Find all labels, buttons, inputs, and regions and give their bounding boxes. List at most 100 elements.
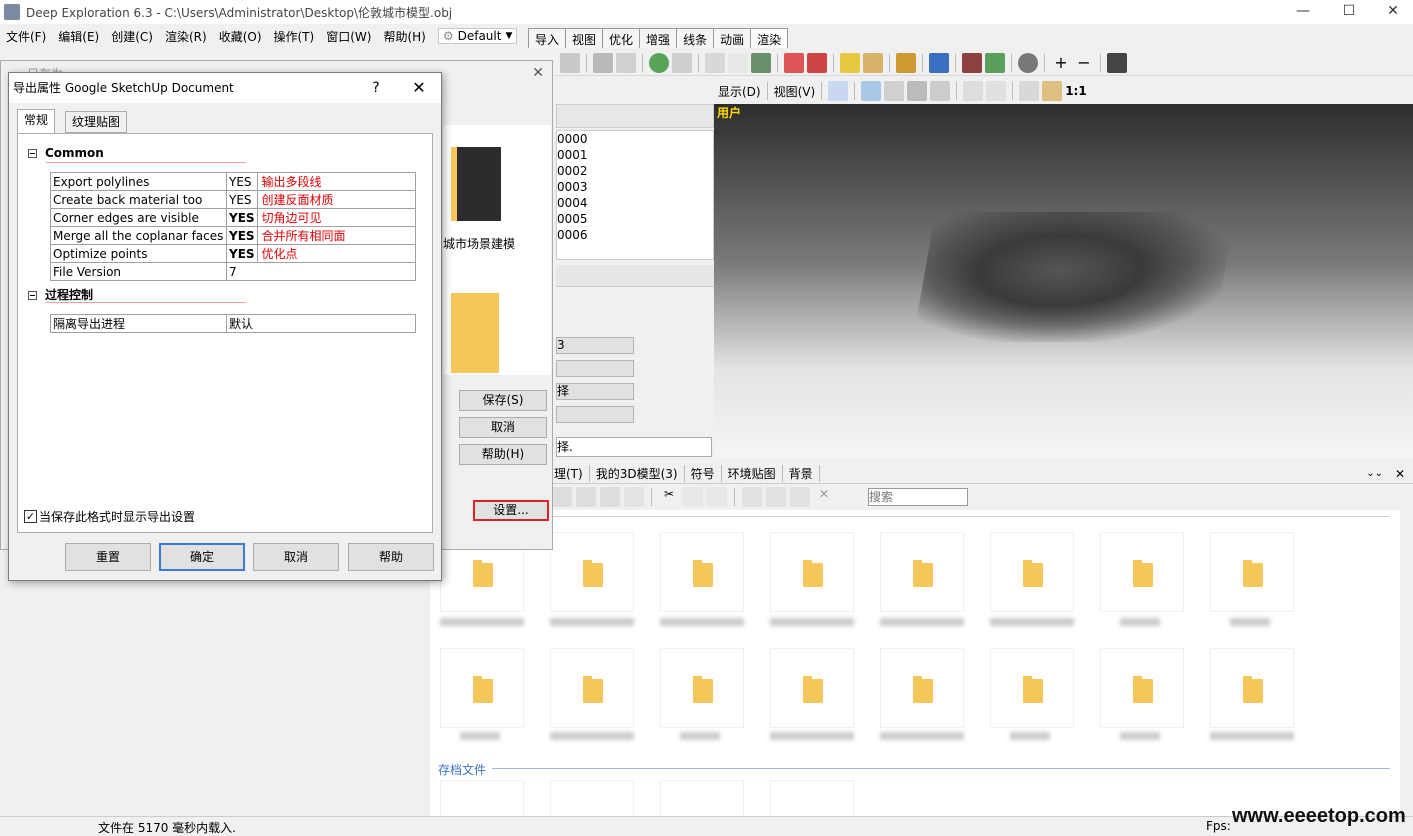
- tab-lines[interactable]: 线条: [676, 28, 715, 48]
- tab-enhance[interactable]: 增强: [639, 28, 678, 48]
- cancel-button[interactable]: 取消: [253, 543, 339, 571]
- menu-window[interactable]: 窗口(W): [320, 28, 377, 45]
- collapse-toggle-icon[interactable]: [28, 291, 37, 300]
- grid-icon[interactable]: [560, 52, 580, 73]
- details-view-icon[interactable]: [552, 487, 572, 507]
- list-item[interactable]: 0004: [557, 195, 713, 211]
- palette-icon[interactable]: [985, 52, 1005, 73]
- folder-item[interactable]: [990, 532, 1074, 612]
- zoom-icon[interactable]: [963, 81, 984, 101]
- download-icon[interactable]: [766, 487, 786, 507]
- prop-value[interactable]: 7: [226, 262, 416, 281]
- collapse-toggle-icon[interactable]: [28, 149, 37, 158]
- cube-icon[interactable]: [929, 52, 949, 73]
- prop-value[interactable]: YES: [226, 226, 258, 245]
- teapot-icon[interactable]: [1018, 52, 1038, 73]
- minus-icon[interactable]: −: [1074, 53, 1094, 73]
- tab-view[interactable]: 视图: [565, 28, 604, 48]
- panel-field[interactable]: 择: [556, 383, 634, 400]
- table-row[interactable]: Optimize points YES 优化点: [50, 244, 417, 263]
- minimize-button[interactable]: —: [1280, 0, 1326, 24]
- paste-icon[interactable]: [707, 487, 727, 507]
- cut-icon[interactable]: ✂: [659, 487, 679, 507]
- prop-value[interactable]: YES: [226, 190, 258, 209]
- table-row[interactable]: Export polylines YES 输出多段线: [50, 172, 417, 191]
- collapse-icon[interactable]: ⌄⌄: [1366, 468, 1383, 479]
- fit-icon[interactable]: [1019, 81, 1040, 101]
- menu-render[interactable]: 渲染(R): [159, 28, 213, 45]
- folder-item[interactable]: [880, 532, 964, 612]
- display-menu[interactable]: 显示(D): [718, 83, 761, 100]
- list-item[interactable]: 0002: [557, 163, 713, 179]
- upload-icon[interactable]: [742, 487, 762, 507]
- help-icon[interactable]: ?: [361, 73, 391, 103]
- folder-item[interactable]: [660, 648, 744, 728]
- list-item[interactable]: 0003: [557, 179, 713, 195]
- menu-create[interactable]: 创建(C): [105, 28, 159, 45]
- reset-button[interactable]: 重置: [65, 543, 151, 571]
- camera-icon[interactable]: [863, 52, 883, 73]
- settings-button[interactable]: 设置...: [473, 500, 549, 521]
- checkbox-checked-icon[interactable]: ✓: [24, 510, 37, 523]
- menu-favorites[interactable]: 收藏(O): [213, 28, 268, 45]
- prop-value[interactable]: 默认: [226, 314, 416, 333]
- table-row[interactable]: 隔离导出进程 默认: [50, 314, 416, 333]
- ok-button[interactable]: 确定: [159, 543, 245, 571]
- folder-item[interactable]: [1210, 532, 1294, 612]
- view-menu[interactable]: 视图(V): [774, 83, 816, 100]
- tab-import[interactable]: 导入: [528, 28, 567, 48]
- menu-operate[interactable]: 操作(T): [268, 28, 321, 45]
- menu-file[interactable]: 文件(F): [0, 28, 52, 45]
- table-row[interactable]: File Version 7: [50, 262, 416, 281]
- folder-item[interactable]: [440, 648, 524, 728]
- zoom-region-icon[interactable]: [1042, 81, 1063, 101]
- tab-texture-maps[interactable]: 纹理贴图: [65, 111, 128, 133]
- folder-item[interactable]: [660, 532, 744, 612]
- folder-item[interactable]: [550, 648, 634, 728]
- preset-dropdown[interactable]: ⚙ Default ▼: [437, 28, 518, 44]
- list-item[interactable]: 0005: [557, 211, 713, 227]
- line-icon[interactable]: [728, 52, 748, 73]
- tab-optimize[interactable]: 优化: [602, 28, 641, 48]
- archive-item[interactable]: [770, 780, 854, 818]
- tab-env-maps[interactable]: 环境贴图: [722, 465, 783, 482]
- layout-icon[interactable]: [962, 52, 982, 73]
- orbit-icon[interactable]: [861, 81, 882, 101]
- settings-red-icon[interactable]: [807, 52, 827, 73]
- pan-hand-icon[interactable]: [986, 81, 1007, 101]
- select-icon[interactable]: [672, 52, 692, 73]
- table-row[interactable]: Merge all the coplanar faces YES 合并所有相同面: [50, 226, 417, 245]
- hdr-icon[interactable]: [1107, 52, 1127, 73]
- tab-symbols[interactable]: 符号: [685, 465, 722, 482]
- document-icon[interactable]: [790, 487, 810, 507]
- viewport-3d[interactable]: 用户: [714, 104, 1413, 458]
- light-icon[interactable]: [840, 52, 860, 73]
- plus-icon[interactable]: +: [1051, 53, 1071, 73]
- sphere-icon[interactable]: [649, 52, 669, 73]
- prop-value[interactable]: YES: [226, 244, 258, 263]
- thumb-view-icon[interactable]: [624, 487, 644, 507]
- save-as-cancel-button[interactable]: 取消: [459, 417, 547, 438]
- zoom-red-icon[interactable]: [784, 52, 804, 73]
- page-icon[interactable]: [828, 81, 849, 101]
- move-icon[interactable]: [884, 81, 905, 101]
- folder-item[interactable]: [990, 648, 1074, 728]
- list-item[interactable]: 0006: [557, 227, 713, 243]
- list-icon[interactable]: [705, 52, 725, 73]
- tab-render[interactable]: 渲染: [750, 28, 789, 48]
- prop-value[interactable]: YES: [226, 208, 258, 227]
- archive-item[interactable]: [550, 780, 634, 818]
- tab-browser-0[interactable]: 理(T): [548, 465, 590, 482]
- fly-icon[interactable]: [930, 81, 951, 101]
- folder-item[interactable]: [1100, 532, 1184, 612]
- archive-item[interactable]: [660, 780, 744, 818]
- show-settings-checkbox[interactable]: ✓ 当保存此格式时显示导出设置: [24, 508, 195, 525]
- folder-item[interactable]: [1100, 648, 1184, 728]
- save-button[interactable]: 保存(S): [459, 390, 547, 411]
- prop-value[interactable]: YES: [226, 172, 258, 191]
- rotate-icon[interactable]: [593, 52, 613, 73]
- ratio-button[interactable]: 1:1: [1065, 84, 1087, 98]
- close-button[interactable]: ✕: [1370, 0, 1413, 24]
- tab-animation[interactable]: 动画: [713, 28, 752, 48]
- panel-field[interactable]: [556, 406, 634, 423]
